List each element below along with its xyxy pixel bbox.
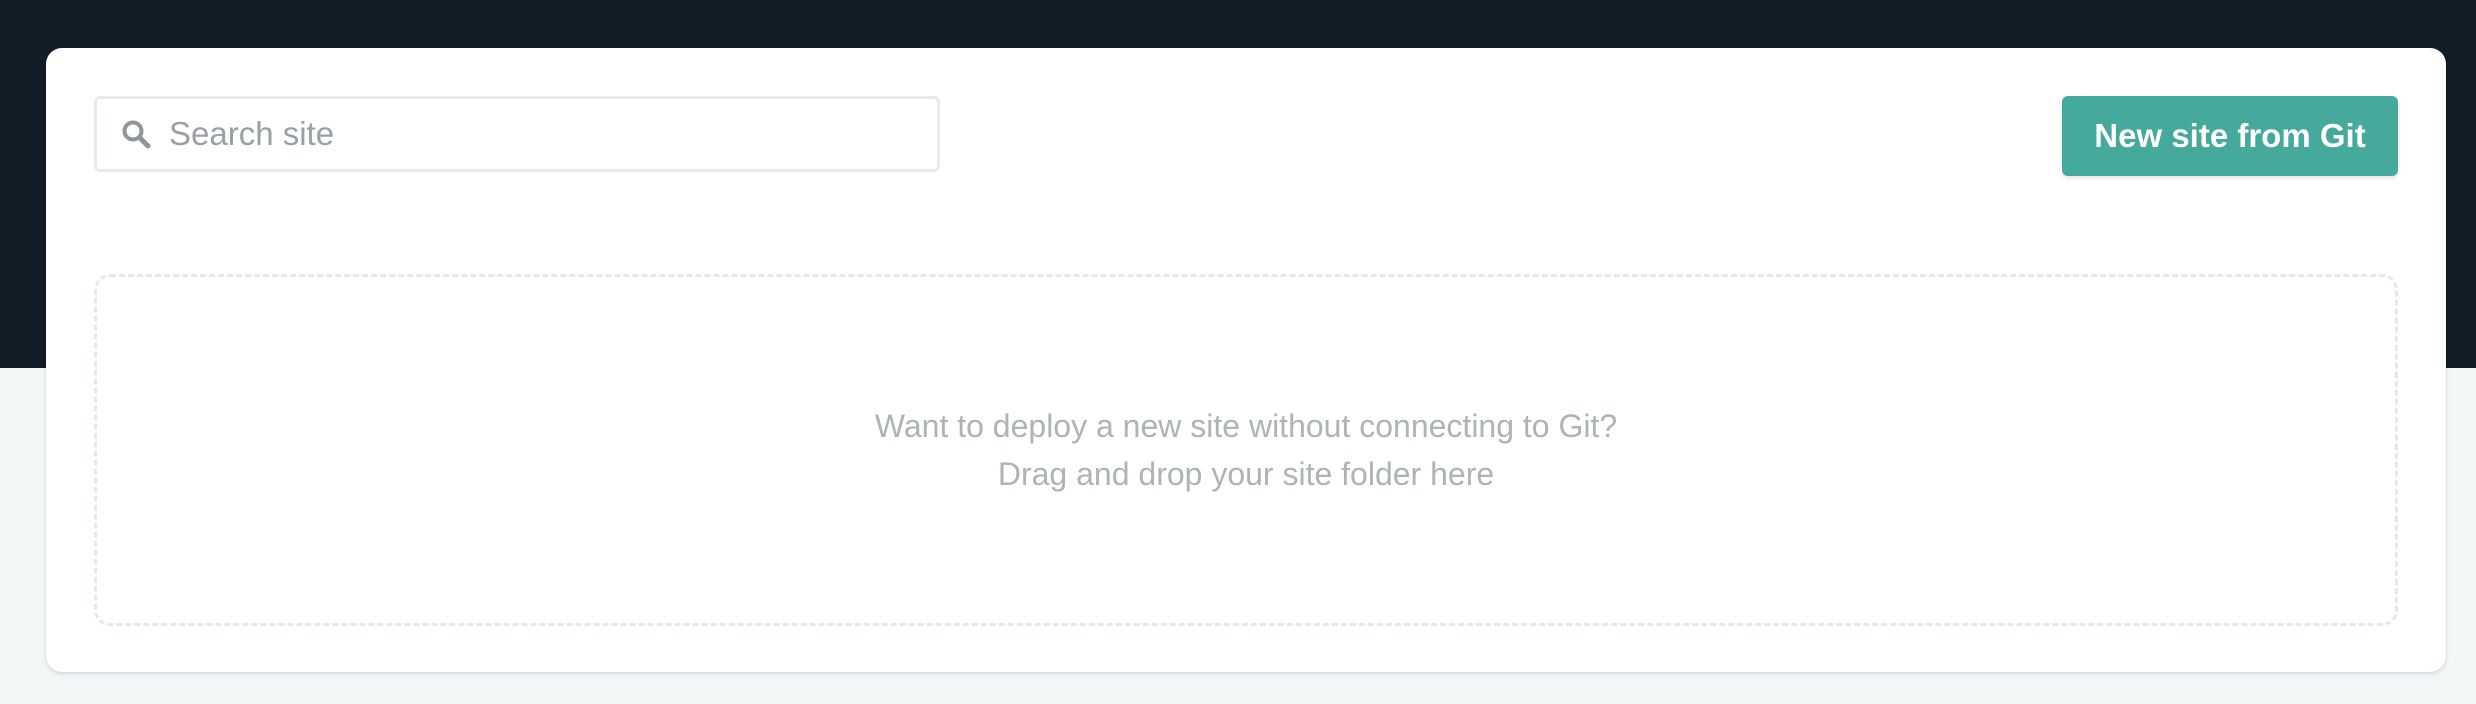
new-site-from-git-button[interactable]: New site from Git	[2062, 96, 2398, 176]
search-input[interactable]	[169, 99, 889, 169]
search-icon	[119, 117, 153, 151]
dropzone-message: Want to deploy a new site without connec…	[875, 402, 1617, 498]
site-folder-dropzone[interactable]: Want to deploy a new site without connec…	[94, 274, 2398, 626]
dropzone-question: Want to deploy a new site without connec…	[874, 408, 1618, 444]
sites-panel: New site from Git Want to deploy a new s…	[46, 48, 2446, 672]
site-search-field[interactable]	[94, 96, 940, 172]
dropzone-instruction: Drag and drop your site folder here	[997, 456, 1495, 492]
